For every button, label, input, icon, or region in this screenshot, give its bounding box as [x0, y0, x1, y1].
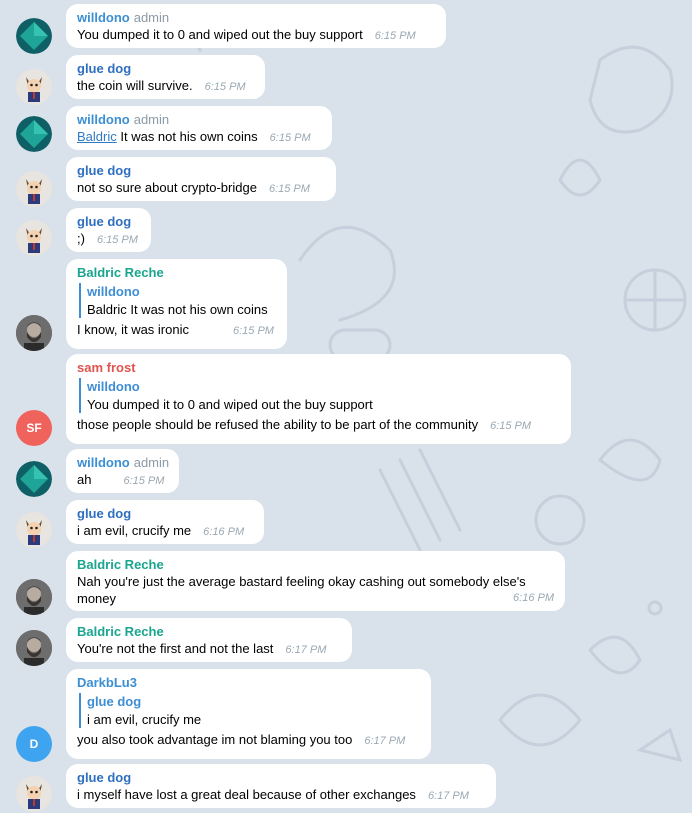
- quote-text: You dumped it to 0 and wiped out the buy…: [87, 397, 373, 412]
- diamond-icon[interactable]: [16, 116, 52, 152]
- bearded-man-photo[interactable]: [16, 315, 52, 351]
- message-time: 6:15 PM: [374, 30, 416, 42]
- message-time: 6:15 PM: [123, 475, 165, 487]
- message-text: Baldric It was not his own coins 6:15 PM: [77, 129, 311, 144]
- sender-name[interactable]: Baldric Reche: [77, 265, 276, 281]
- message-time: 6:16 PM: [203, 526, 245, 538]
- sender-name[interactable]: glue dog: [77, 214, 140, 230]
- sender-name[interactable]: glue dog: [77, 506, 253, 522]
- reply-quote[interactable]: willdono Baldric It was not his own coin…: [79, 283, 276, 318]
- message-time: 6:15 PM: [96, 234, 138, 246]
- message-bubble[interactable]: willdono admin ah 6:15 PM: [66, 449, 179, 493]
- message-bubble[interactable]: glue dog not so sure about crypto-bridge…: [66, 157, 336, 201]
- message-time: 6:17 PM: [285, 644, 327, 656]
- diamond-icon[interactable]: [16, 18, 52, 54]
- dog-avatar[interactable]: [16, 512, 52, 548]
- quote-author: glue dog: [87, 694, 142, 709]
- sender-name[interactable]: glue dog: [77, 61, 254, 77]
- message-text: i am evil, crucify me 6:16 PM: [77, 523, 245, 538]
- message-time: 6:17 PM: [364, 735, 406, 747]
- sender-name[interactable]: DarkbLu3: [77, 675, 420, 691]
- message-bubble[interactable]: DarkbLu3 glue dog i am evil, crucify me …: [66, 669, 431, 759]
- message-text: ah 6:15 PM: [77, 472, 165, 487]
- message-time: 6:15 PM: [233, 325, 274, 337]
- chat-message-list[interactable]: willdono admin You dumped it to 0 and wip…: [0, 0, 692, 813]
- quote-text: i am evil, crucify me: [87, 712, 202, 727]
- message-text: I know, it was ironic 6:15 PM: [77, 322, 274, 337]
- message-bubble[interactable]: Baldric Reche You're not the first and n…: [66, 618, 352, 662]
- sender-name[interactable]: willdono admin: [77, 455, 170, 471]
- admin-badge: admin: [133, 455, 170, 470]
- dog-avatar[interactable]: [16, 69, 52, 105]
- sender-name[interactable]: Baldric Reche: [77, 557, 554, 573]
- message-bubble[interactable]: glue dog i myself have lost a great deal…: [66, 764, 496, 808]
- admin-badge: admin: [133, 10, 170, 25]
- reply-quote[interactable]: glue dog i am evil, crucify me: [79, 693, 420, 728]
- sender-name[interactable]: glue dog: [77, 163, 325, 179]
- message-text: those people should be refused the abili…: [77, 417, 532, 432]
- message-bubble[interactable]: willdono admin You dumped it to 0 and wip…: [66, 4, 446, 48]
- admin-badge: admin: [133, 112, 170, 127]
- bearded-man-photo[interactable]: [16, 579, 52, 615]
- mention-link[interactable]: Baldric: [77, 129, 117, 144]
- message-bubble[interactable]: sam frost willdono You dumped it to 0 an…: [66, 354, 571, 444]
- message-bubble[interactable]: glue dog ;) 6:15 PM: [66, 208, 151, 252]
- message-time: 6:15 PM: [269, 132, 311, 144]
- sender-name[interactable]: willdono admin: [77, 10, 435, 26]
- dog-avatar[interactable]: [16, 776, 52, 812]
- message-bubble[interactable]: Baldric Reche Nah you're just the averag…: [66, 551, 565, 611]
- message-text: Nah you're just the average bastard feel…: [77, 574, 526, 589]
- reply-quote[interactable]: willdono You dumped it to 0 and wiped ou…: [79, 378, 560, 413]
- message-time: 6:15 PM: [204, 81, 246, 93]
- message-text: i myself have lost a great deal because …: [77, 787, 469, 802]
- message-time: 6:15 PM: [268, 183, 310, 195]
- message-time: 6:17 PM: [427, 790, 469, 802]
- quote-author: willdono: [87, 379, 140, 394]
- sender-name[interactable]: Baldric Reche: [77, 624, 341, 640]
- avatar-initials[interactable]: SF: [16, 410, 52, 446]
- bearded-man-photo[interactable]: [16, 630, 52, 666]
- message-text: ;) 6:15 PM: [77, 231, 138, 246]
- message-bubble[interactable]: glue dog i am evil, crucify me 6:16 PM: [66, 500, 264, 544]
- message-text: You dumped it to 0 and wiped out the buy…: [77, 27, 416, 42]
- quote-author: willdono: [87, 284, 140, 299]
- message-bubble[interactable]: glue dog the coin will survive. 6:15 PM: [66, 55, 265, 99]
- avatar-initials[interactable]: D: [16, 726, 52, 762]
- message-text: not so sure about crypto-bridge 6:15 PM: [77, 180, 310, 195]
- sender-name[interactable]: sam frost: [77, 360, 560, 376]
- sender-name[interactable]: glue dog: [77, 770, 485, 786]
- dog-avatar[interactable]: [16, 220, 52, 256]
- message-time: 6:16 PM: [513, 592, 554, 604]
- diamond-icon[interactable]: [16, 461, 52, 497]
- message-text-continued: money 6:16 PM: [77, 591, 554, 606]
- message-bubble[interactable]: Baldric Reche willdono Baldric It was no…: [66, 259, 287, 349]
- quote-text: Baldric It was not his own coins: [87, 302, 268, 317]
- message-text: you also took advantage im not blaming y…: [77, 732, 406, 747]
- message-bubble[interactable]: willdono admin Baldric It was not his own…: [66, 106, 332, 150]
- dog-avatar[interactable]: [16, 171, 52, 207]
- message-text: You're not the first and not the last 6:1…: [77, 641, 327, 656]
- sender-name[interactable]: willdono admin: [77, 112, 321, 128]
- message-text: the coin will survive. 6:15 PM: [77, 78, 246, 93]
- message-time: 6:15 PM: [490, 420, 532, 432]
